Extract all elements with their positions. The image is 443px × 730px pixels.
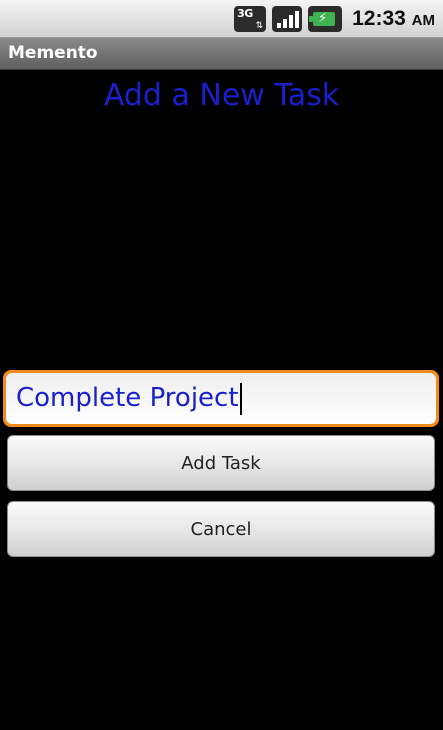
app-screen: 3G ⇅ ⚡ 12:33 AM Memento Add a New Task C… — [0, 0, 443, 730]
network-3g-icon: 3G ⇅ — [234, 6, 267, 32]
task-input-focus-ring: Complete Project — [3, 370, 439, 427]
page-heading: Add a New Task — [103, 78, 340, 113]
title-bar: Memento — [0, 38, 443, 70]
app-title: Memento — [8, 43, 98, 63]
clock-ampm: AM — [411, 12, 435, 29]
task-name-input[interactable]: Complete Project — [6, 373, 436, 424]
signal-strength-icon — [272, 6, 303, 32]
clock-time: 12:33 — [352, 7, 406, 30]
task-input-text: Complete Project — [16, 383, 239, 413]
status-bar: 3G ⇅ ⚡ 12:33 AM — [0, 0, 443, 38]
cancel-button[interactable]: Cancel — [7, 501, 435, 557]
add-task-button-label: Add Task — [181, 452, 261, 474]
text-cursor — [239, 382, 242, 415]
cancel-button-label: Cancel — [190, 518, 252, 540]
add-task-button[interactable]: Add Task — [7, 435, 435, 491]
battery-charging-icon: ⚡ — [308, 6, 343, 32]
status-icons: 3G ⇅ ⚡ 12:33 AM — [234, 0, 435, 38]
network-label: 3G — [237, 7, 253, 20]
data-arrows-icon: ⇅ — [255, 21, 264, 31]
status-clock: 12:33 AM — [352, 7, 435, 31]
